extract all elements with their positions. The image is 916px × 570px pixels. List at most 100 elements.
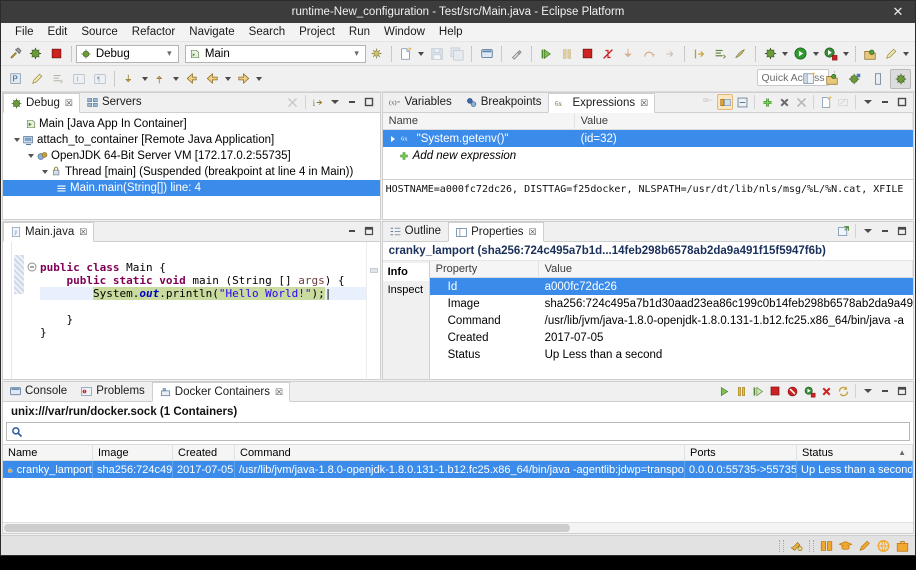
toggle-breadcrumb-icon[interactable]: I	[68, 69, 89, 89]
add-new-expression-row[interactable]: Add new expression	[383, 147, 913, 164]
docker-search-input[interactable]	[27, 426, 909, 438]
tab-breakpoints[interactable]: Breakpoints	[459, 92, 549, 112]
menu-refactor[interactable]: Refactor	[125, 25, 182, 39]
menu-navigate[interactable]: Navigate	[182, 25, 241, 39]
docker-table-body[interactable]: cranky_lamport sha256:724c49 2017-07-05 …	[3, 461, 913, 533]
tab-docker-close-icon[interactable]: ☒	[275, 387, 283, 398]
debug-tree-row[interactable]: Thread [main] (Suspended (breakpoint at …	[3, 164, 380, 180]
resume-icon[interactable]	[536, 44, 557, 64]
new-class-icon[interactable]	[26, 69, 47, 89]
editor-overview-ruler[interactable]	[366, 242, 380, 379]
terminate-icon[interactable]	[577, 44, 598, 64]
suspend-icon[interactable]	[556, 44, 577, 64]
menu-search[interactable]: Search	[242, 25, 292, 39]
maximize-view-icon[interactable]	[894, 94, 910, 110]
toggle-mark-occurrences-icon[interactable]	[506, 44, 527, 64]
build-status-icon[interactable]	[788, 538, 805, 554]
unpause-container-icon[interactable]	[750, 383, 766, 399]
debug-tree[interactable]: Main [Java App In Container] attach_to_c…	[3, 113, 380, 219]
restore-view-icon[interactable]	[894, 383, 910, 399]
tab-outline[interactable]: Outline	[383, 221, 448, 241]
pencil-icon[interactable]	[881, 44, 902, 64]
terminate-stop-icon[interactable]	[46, 44, 67, 64]
breakpoint-marker[interactable]	[14, 255, 24, 294]
debug-bug-icon[interactable]	[26, 44, 47, 64]
show-formatting-icon[interactable]: ¶	[89, 69, 110, 89]
column-header-value[interactable]: Value	[575, 113, 913, 130]
run-last-tool-icon[interactable]	[730, 44, 751, 64]
side-tab-info[interactable]: Info	[383, 263, 429, 281]
external-tools-chevron-down-icon[interactable]	[841, 44, 851, 64]
new-wizard-icon[interactable]	[396, 44, 417, 64]
tab-main-java[interactable]: J Main.java ☒	[3, 222, 94, 242]
build-hammer-icon[interactable]	[5, 44, 26, 64]
show-type-names-icon[interactable]	[717, 94, 733, 110]
remove-expression-icon[interactable]	[776, 94, 792, 110]
tab-console[interactable]: Console	[3, 381, 74, 401]
disconnect-icon[interactable]	[597, 44, 618, 64]
editor-marker-ruler[interactable]	[12, 242, 26, 379]
open-task-chevron-down-icon[interactable]	[901, 44, 911, 64]
save-icon[interactable]	[426, 44, 447, 64]
tab-properties[interactable]: Properties ☒	[448, 222, 544, 242]
new-watch-expression-icon[interactable]	[818, 94, 834, 110]
external-tools-icon[interactable]	[821, 44, 842, 64]
perspective-debug-icon[interactable]	[844, 69, 865, 89]
tab-servers[interactable]: Servers	[80, 92, 149, 112]
minimize-view-icon[interactable]	[877, 383, 893, 399]
twisty-open-icon[interactable]	[11, 138, 22, 142]
add-expression-icon[interactable]	[759, 94, 775, 110]
property-row[interactable]: Status Up Less than a second	[430, 346, 913, 363]
run-launch-chevron-down-icon[interactable]	[811, 44, 821, 64]
debug-tree-row[interactable]: attach_to_container [Remote Java Applica…	[3, 132, 380, 148]
column-header-value[interactable]: Value	[539, 261, 913, 278]
perspective-java-icon[interactable]	[867, 69, 888, 89]
view-menu-info-icon[interactable]: i	[310, 94, 326, 110]
expression-detail-pane[interactable]: HOSTNAME=a000fc72dc26, DISTTAG=f25docker…	[383, 179, 913, 219]
debug-tree-row[interactable]: OpenJDK 64-Bit Server VM [172.17.0.2:557…	[3, 148, 380, 164]
next-edit-chevron-down-icon[interactable]	[171, 69, 181, 89]
external-tools2-icon[interactable]	[47, 69, 68, 89]
twisty-open-icon[interactable]	[25, 154, 36, 158]
column-header-created[interactable]: Created	[173, 445, 235, 460]
step-return-icon[interactable]	[659, 44, 680, 64]
back-chevron-down-icon[interactable]	[223, 69, 233, 89]
menu-window[interactable]: Window	[377, 25, 432, 39]
new-wizard-chevron-down-icon[interactable]	[416, 44, 426, 64]
tab-main-java-close-icon[interactable]: ☒	[79, 227, 87, 238]
menu-source[interactable]: Source	[74, 25, 124, 39]
launch-mode-combo[interactable]: Debug ▾	[76, 45, 179, 63]
open-perspective-icon[interactable]	[798, 69, 819, 89]
pin-to-selection-icon[interactable]	[835, 223, 851, 239]
menu-project[interactable]: Project	[292, 25, 342, 39]
edit-watch-expression-icon[interactable]	[835, 94, 851, 110]
remove-container-icon[interactable]	[818, 383, 834, 399]
menu-run[interactable]: Run	[342, 25, 377, 39]
view-menu-icon[interactable]	[860, 383, 876, 399]
minimize-view-icon[interactable]	[344, 94, 360, 110]
expressions-table[interactable]: Name Value 6x "System.getenv()"	[383, 113, 913, 219]
pause-container-icon[interactable]	[733, 383, 749, 399]
open-type-icon[interactable]	[860, 44, 881, 64]
docker-table-row[interactable]: cranky_lamport sha256:724c49 2017-07-05 …	[3, 461, 913, 478]
expression-row-selected[interactable]: 6x "System.getenv()" (id=32)	[383, 130, 913, 147]
column-header-name[interactable]: Name	[383, 113, 575, 130]
minimize-view-icon[interactable]	[877, 94, 893, 110]
pencil-status-icon[interactable]	[856, 538, 873, 554]
editor-canvas[interactable]: public class Main { public static void m…	[3, 242, 380, 379]
new-java-project-icon[interactable]: P	[5, 69, 26, 89]
briefcase-icon[interactable]	[894, 538, 911, 554]
menu-file[interactable]: File	[8, 25, 41, 39]
remove-all-terminated-icon[interactable]	[285, 94, 301, 110]
previous-edit-location-icon[interactable]	[119, 69, 140, 89]
remove-all-expressions-icon[interactable]	[793, 94, 809, 110]
debug-launch-icon[interactable]	[760, 44, 781, 64]
save-all-icon[interactable]	[447, 44, 468, 64]
editor-source-text[interactable]: public class Main { public static void m…	[38, 242, 366, 379]
minimize-editor-icon[interactable]	[344, 223, 360, 239]
open-console-icon[interactable]	[476, 44, 497, 64]
run-launch-icon[interactable]	[790, 44, 811, 64]
tab-debug[interactable]: Debug ☒	[3, 93, 80, 113]
graduation-cap-icon[interactable]	[837, 538, 854, 554]
restore-editor-icon[interactable]	[361, 223, 377, 239]
